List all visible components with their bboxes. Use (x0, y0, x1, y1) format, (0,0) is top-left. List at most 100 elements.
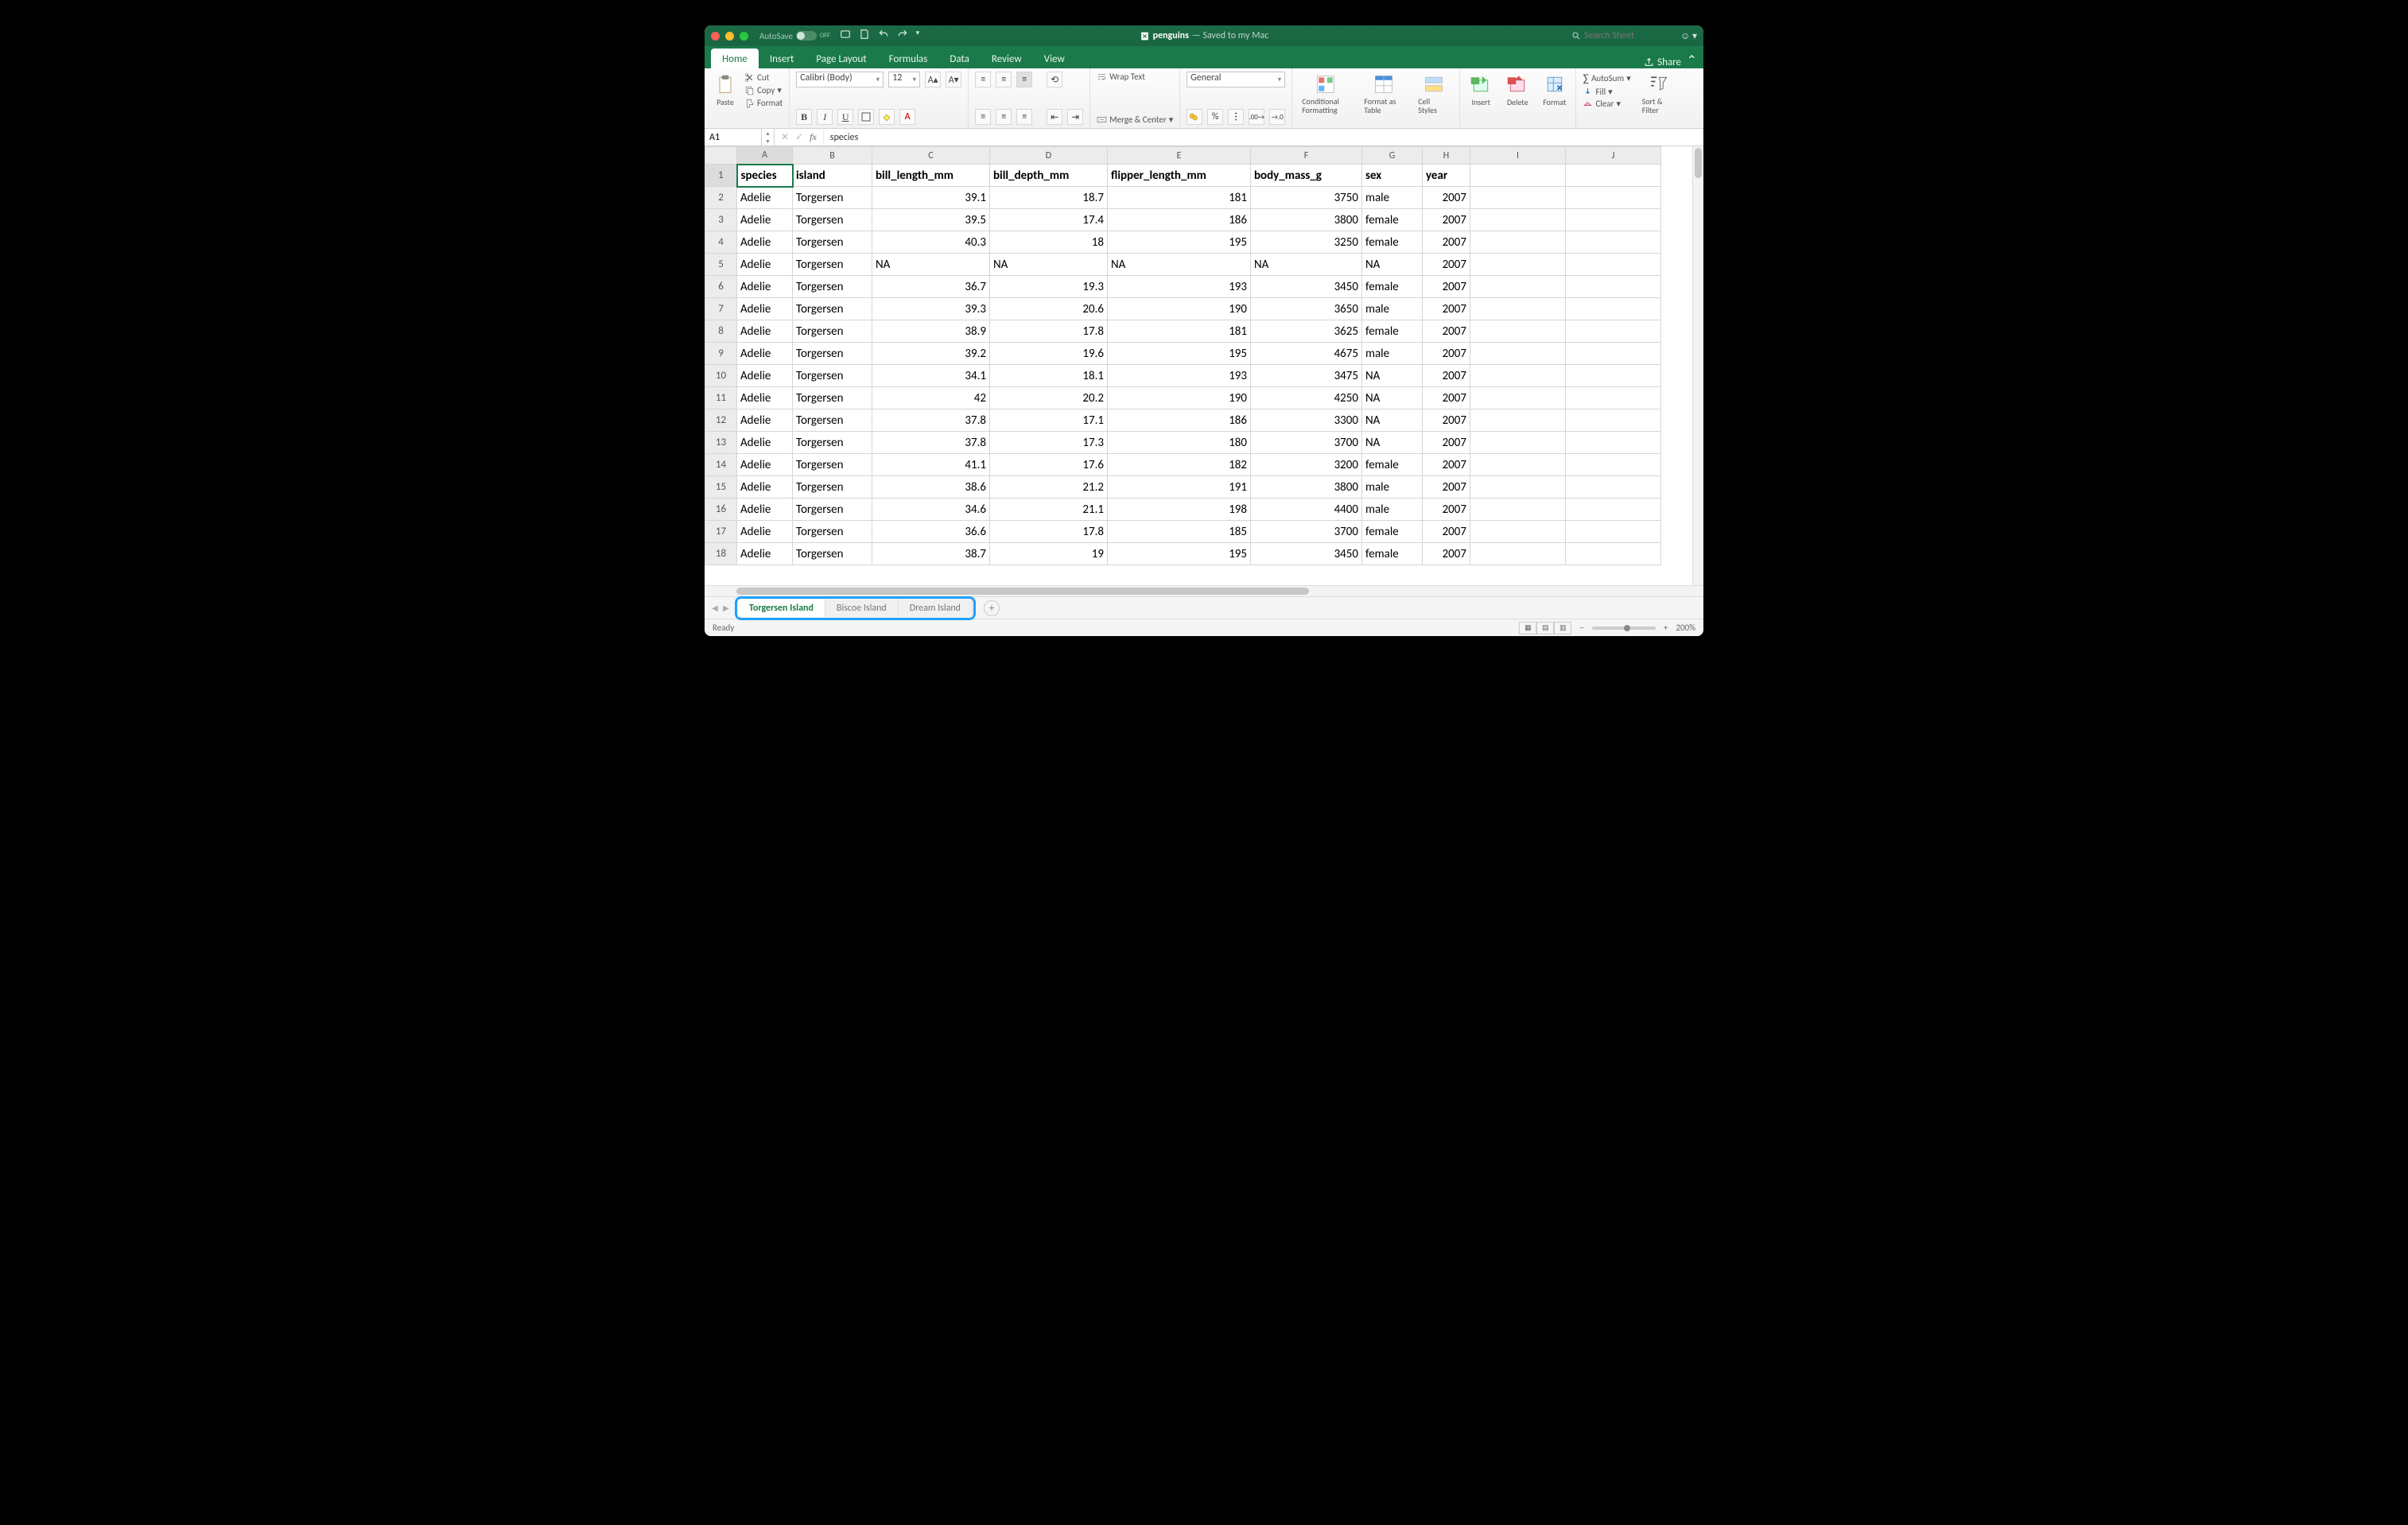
increase-font-button[interactable]: A▴ (925, 72, 941, 87)
cell[interactable]: 2007 (1423, 254, 1470, 276)
cell[interactable]: female (1362, 209, 1423, 231)
cell[interactable]: 36.6 (872, 521, 990, 543)
share-button[interactable]: Share (1644, 56, 1681, 68)
fill-button[interactable]: Fill ▾ (1583, 87, 1630, 97)
cell[interactable] (1566, 521, 1661, 543)
fx-icon[interactable]: fx (810, 131, 817, 143)
orientation-button[interactable]: ⟲ (1047, 72, 1062, 87)
row-header[interactable]: 10 (705, 365, 737, 387)
tab-data[interactable]: Data (938, 49, 981, 68)
cell[interactable] (1566, 499, 1661, 521)
page-break-view-icon[interactable]: ▥ (1554, 622, 1571, 634)
cell[interactable]: male (1362, 187, 1423, 209)
cell[interactable]: 2007 (1423, 499, 1470, 521)
cell[interactable]: Torgersen (793, 543, 872, 565)
add-sheet-button[interactable]: + (984, 600, 1000, 616)
cell[interactable] (1470, 476, 1566, 499)
cell[interactable] (1470, 365, 1566, 387)
cell[interactable]: female (1362, 231, 1423, 254)
cell[interactable] (1470, 165, 1566, 187)
cell[interactable]: Adelie (737, 409, 793, 432)
cell[interactable] (1470, 276, 1566, 298)
cell[interactable] (1566, 543, 1661, 565)
search-sheet[interactable] (1571, 30, 1672, 41)
view-switcher[interactable]: ▦ ▤ ▥ (1519, 622, 1571, 634)
name-box[interactable]: A1 (705, 129, 762, 146)
cell[interactable]: Torgersen (793, 187, 872, 209)
format-painter-button[interactable]: Format (744, 98, 783, 108)
cell[interactable] (1566, 298, 1661, 320)
cell[interactable]: 18 (990, 231, 1108, 254)
sheet-tab[interactable]: Dream Island (899, 600, 973, 617)
decrease-decimal-button[interactable]: →.0 (1269, 109, 1285, 125)
zoom-slider[interactable] (1592, 627, 1656, 630)
number-format-select[interactable]: General▾ (1187, 72, 1285, 87)
cell[interactable]: Torgersen (793, 521, 872, 543)
cell[interactable]: 2007 (1423, 343, 1470, 365)
cell[interactable] (1470, 454, 1566, 476)
cell[interactable]: 36.7 (872, 276, 990, 298)
format-as-table-button[interactable]: Format as Table (1361, 72, 1407, 116)
cell[interactable]: Adelie (737, 365, 793, 387)
cell[interactable]: 38.9 (872, 320, 990, 343)
column-header[interactable]: H (1423, 147, 1470, 165)
font-name-select[interactable]: Calibri (Body)▾ (796, 72, 884, 87)
formula-input[interactable]: species (824, 132, 858, 143)
cell[interactable]: 195 (1108, 231, 1251, 254)
cell[interactable]: female (1362, 454, 1423, 476)
row-header[interactable]: 18 (705, 543, 737, 565)
cell[interactable]: 20.2 (990, 387, 1108, 409)
cell[interactable]: 39.5 (872, 209, 990, 231)
cell[interactable]: 2007 (1423, 543, 1470, 565)
cell[interactable] (1470, 298, 1566, 320)
bold-button[interactable]: B (796, 109, 812, 125)
cell[interactable]: 2007 (1423, 298, 1470, 320)
align-left-button[interactable]: ≡ (975, 109, 991, 125)
column-header[interactable]: G (1362, 147, 1423, 165)
cell[interactable]: Torgersen (793, 454, 872, 476)
cell[interactable]: male (1362, 476, 1423, 499)
autosum-button[interactable]: ∑AutoSum ▾ (1583, 72, 1630, 85)
cell[interactable]: 3200 (1251, 454, 1362, 476)
column-header[interactable]: C (872, 147, 990, 165)
cell[interactable]: 186 (1108, 209, 1251, 231)
cell[interactable]: bill_length_mm (872, 165, 990, 187)
column-header[interactable]: E (1108, 147, 1251, 165)
page-layout-view-icon[interactable]: ▤ (1536, 622, 1554, 634)
cell[interactable]: Torgersen (793, 343, 872, 365)
cell[interactable]: Torgersen (793, 499, 872, 521)
cell[interactable]: 191 (1108, 476, 1251, 499)
row-header[interactable]: 1 (705, 165, 737, 187)
cell[interactable]: 39.2 (872, 343, 990, 365)
cell[interactable]: island (793, 165, 872, 187)
cell[interactable]: 41.1 (872, 454, 990, 476)
conditional-formatting-button[interactable]: Conditional Formatting (1299, 72, 1353, 116)
cell[interactable]: 2007 (1423, 521, 1470, 543)
row-header[interactable]: 6 (705, 276, 737, 298)
cell[interactable]: Adelie (737, 476, 793, 499)
cell[interactable] (1470, 543, 1566, 565)
cell[interactable]: Adelie (737, 387, 793, 409)
cell[interactable]: male (1362, 499, 1423, 521)
decrease-font-button[interactable]: A▾ (946, 72, 961, 87)
cell[interactable]: 21.1 (990, 499, 1108, 521)
sort-filter-button[interactable]: Sort & Filter (1639, 72, 1677, 116)
cell[interactable]: 195 (1108, 343, 1251, 365)
sheet-tab[interactable]: Biscoe Island (825, 600, 899, 617)
cell[interactable]: Torgersen (793, 320, 872, 343)
comma-button[interactable]: ⵗ (1228, 109, 1244, 125)
cell[interactable]: 37.8 (872, 432, 990, 454)
cell[interactable]: Adelie (737, 298, 793, 320)
cell[interactable]: 39.3 (872, 298, 990, 320)
cell[interactable]: 19.6 (990, 343, 1108, 365)
row-header[interactable]: 11 (705, 387, 737, 409)
percent-button[interactable]: % (1207, 109, 1223, 125)
increase-decimal-button[interactable]: .00→ (1249, 109, 1264, 125)
vertical-scrollbar[interactable] (1692, 146, 1703, 585)
tab-insert[interactable]: Insert (759, 49, 806, 68)
cell[interactable]: 40.3 (872, 231, 990, 254)
column-header[interactable]: B (793, 147, 872, 165)
cell[interactable]: 2007 (1423, 209, 1470, 231)
cell[interactable]: 17.4 (990, 209, 1108, 231)
cell[interactable] (1470, 432, 1566, 454)
